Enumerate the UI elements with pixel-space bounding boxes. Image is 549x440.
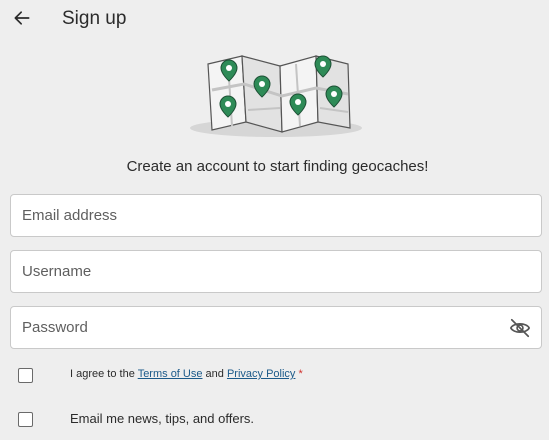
email-input[interactable] xyxy=(11,195,541,236)
password-field-container xyxy=(10,306,542,349)
privacy-policy-link[interactable]: Privacy Policy xyxy=(227,368,295,380)
back-button[interactable] xyxy=(10,6,34,30)
newsletter-checkbox[interactable] xyxy=(18,412,33,427)
terms-of-use-link[interactable]: Terms of Use xyxy=(138,368,203,380)
map-with-pins-icon xyxy=(190,55,362,137)
username-field-container xyxy=(10,250,542,293)
terms-checkbox[interactable] xyxy=(18,368,33,383)
page-title: Sign up xyxy=(62,8,127,29)
arrow-left-icon xyxy=(14,11,30,25)
username-input[interactable] xyxy=(11,251,541,292)
terms-agreement-row: I agree to the Terms of Use and Privacy … xyxy=(0,364,549,388)
app-header: Sign up xyxy=(0,0,549,38)
email-field-container xyxy=(10,194,542,237)
map-illustration xyxy=(188,50,368,140)
newsletter-label: Email me news, tips, and offers. xyxy=(70,411,255,426)
password-input[interactable] xyxy=(11,307,541,348)
terms-middle-text: and xyxy=(202,368,227,380)
toggle-password-visibility-button[interactable] xyxy=(509,317,531,339)
required-mark: * xyxy=(298,368,303,380)
terms-label: I agree to the Terms of Use and Privacy … xyxy=(70,368,303,380)
eye-off-icon xyxy=(509,318,531,338)
terms-prefix-text: I agree to the xyxy=(70,368,138,380)
newsletter-row: Email me news, tips, and offers. xyxy=(0,408,549,432)
signup-subtitle: Create an account to start finding geoca… xyxy=(126,158,429,175)
